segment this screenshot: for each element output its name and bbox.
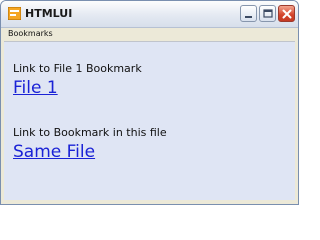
file1-link[interactable]: File 1	[13, 78, 58, 98]
menu-item-bookmarks[interactable]: Bookmarks	[8, 29, 53, 38]
close-icon	[282, 9, 292, 19]
same-file-link[interactable]: Same File	[13, 142, 95, 162]
html-content-area: Link to File 1 Bookmark File 1 Link to B…	[4, 42, 295, 200]
minimize-button[interactable]	[240, 5, 257, 22]
maximize-button[interactable]	[259, 5, 276, 22]
same-file-bookmark-label: Link to Bookmark in this file	[13, 126, 167, 139]
menu-bar: Bookmarks	[4, 28, 295, 42]
app-window: HTMLUI Bookmarks Link to File 1 Bookmark…	[0, 0, 299, 205]
minimize-icon	[245, 16, 252, 18]
title-bar[interactable]: HTMLUI	[1, 1, 298, 28]
html-app-icon	[7, 6, 22, 21]
close-button[interactable]	[278, 5, 295, 22]
window-frame-bottom	[1, 200, 298, 204]
window-title: HTMLUI	[25, 7, 73, 20]
maximize-icon	[263, 9, 273, 18]
file1-bookmark-label: Link to File 1 Bookmark	[13, 62, 142, 75]
